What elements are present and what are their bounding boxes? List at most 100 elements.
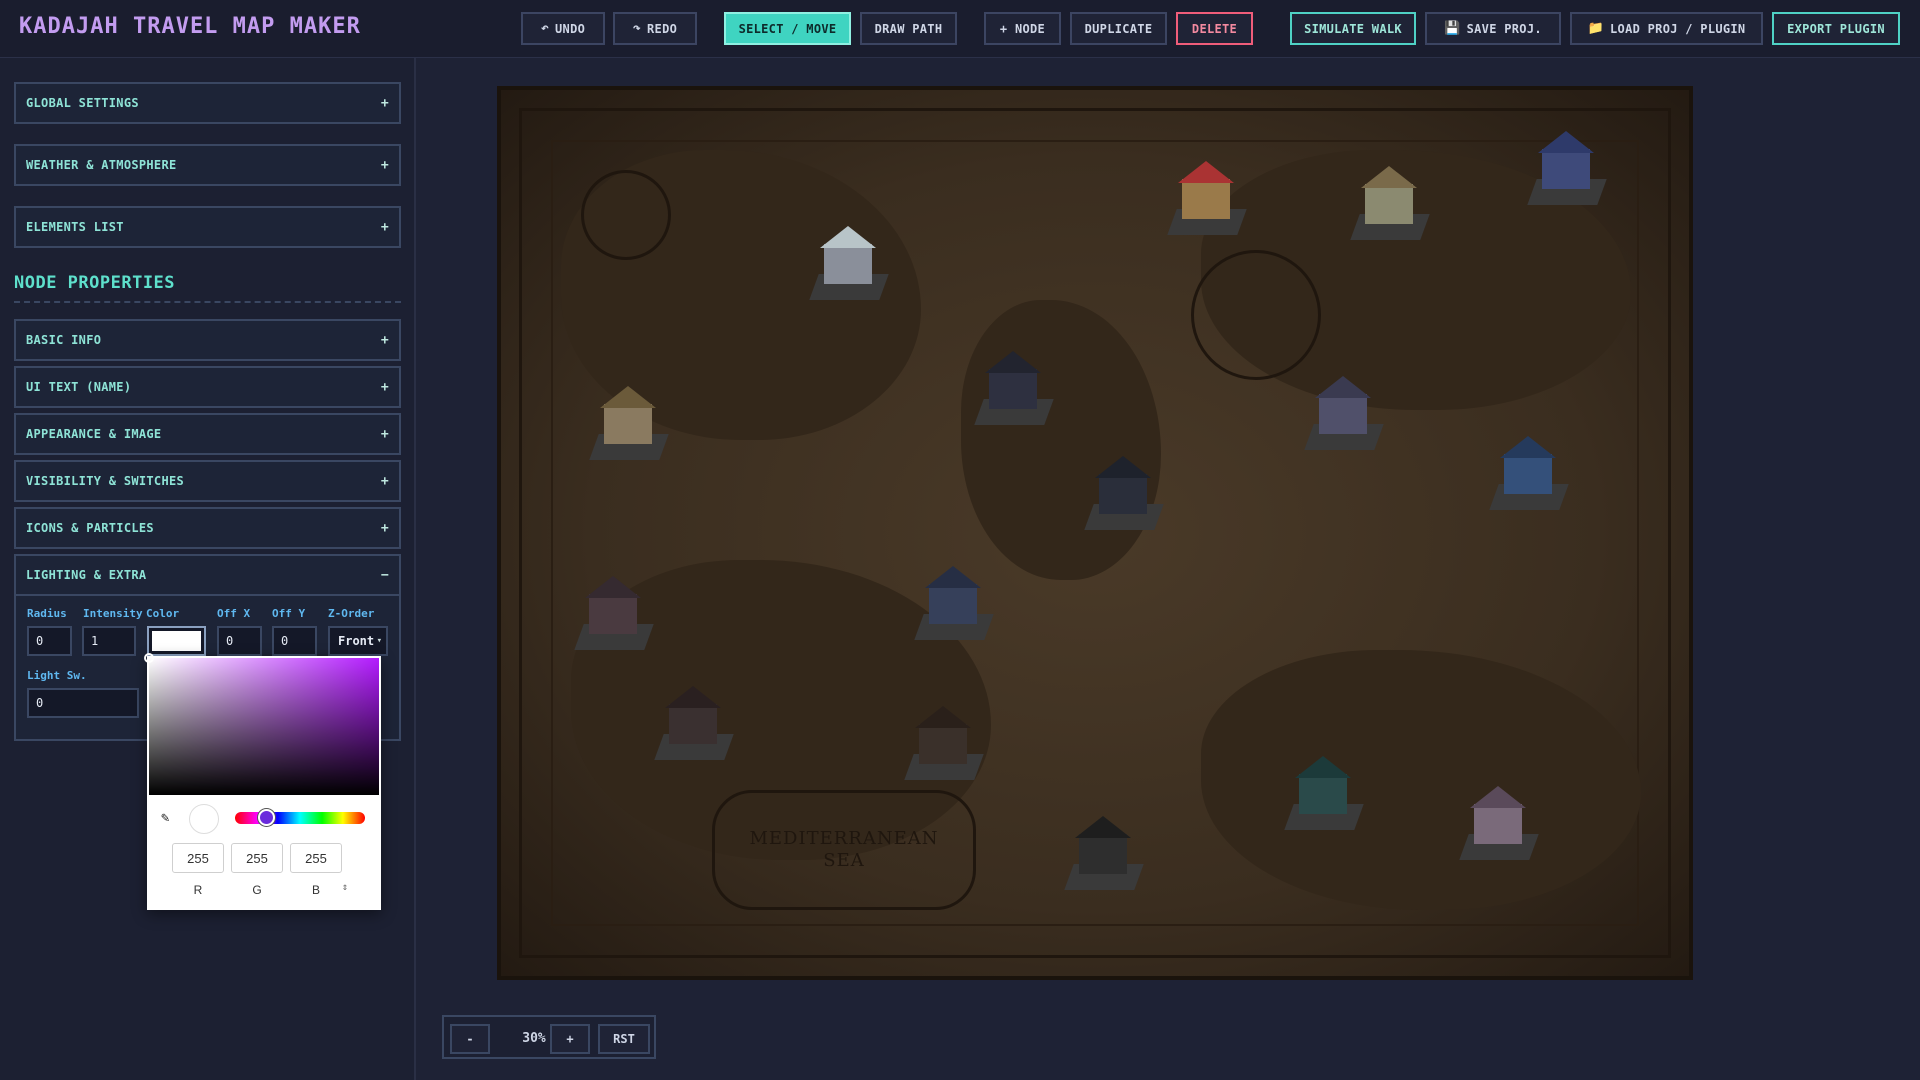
duplicate-button[interactable]: DUPLICATE	[1070, 12, 1167, 45]
load-project-button[interactable]: 📁 LOAD PROJ / PLUGIN	[1570, 12, 1763, 45]
weather-atmosphere-label: WEATHER & ATMOSPHERE	[26, 158, 177, 172]
basic-info-section[interactable]: BASIC INFO +	[14, 319, 401, 361]
select-move-button[interactable]: SELECT / MOVE	[724, 12, 851, 45]
node-properties-title: NODE PROPERTIES	[14, 273, 176, 293]
appearance-image-section[interactable]: APPEARANCE & IMAGE +	[14, 413, 401, 455]
redo-button[interactable]: ↷ REDO	[613, 12, 697, 45]
map-node-blue-palace[interactable]	[1524, 131, 1610, 205]
export-plugin-label: EXPORT PLUGIN	[1787, 21, 1885, 36]
off-y-label: Off Y	[272, 607, 306, 620]
delete-label: DELETE	[1191, 21, 1238, 36]
undo-icon: ↶	[540, 21, 550, 36]
color-label: Color	[146, 607, 180, 620]
map-node-ruins[interactable]	[1081, 456, 1167, 530]
format-toggle-icon[interactable]: ⇕	[342, 882, 348, 893]
zoom-out-button[interactable]: -	[450, 1024, 490, 1054]
saturation-area[interactable]	[144, 653, 379, 795]
duplicate-label: DUPLICATE	[1084, 21, 1153, 36]
map-node-village[interactable]	[1301, 376, 1387, 450]
map-node-cathedral[interactable]	[806, 226, 892, 300]
green-input[interactable]: 255	[231, 843, 283, 873]
off-x-input[interactable]: 0	[217, 626, 262, 656]
light-switch-label: Light Sw.	[27, 669, 87, 682]
map-node-watchtower[interactable]	[651, 686, 737, 760]
color-preview	[189, 804, 219, 834]
save-project-label: SAVE PROJ.	[1466, 21, 1542, 36]
zoom-in-button[interactable]: +	[550, 1024, 590, 1054]
off-x-label: Off X	[217, 607, 251, 620]
map-canvas[interactable]: MEDITERRANEAN SEA	[497, 86, 1693, 980]
export-plugin-button[interactable]: EXPORT PLUGIN	[1772, 12, 1900, 45]
zoom-controls: - 30% + RST	[442, 1015, 656, 1059]
light-switch-input[interactable]: 0	[27, 688, 139, 718]
folder-icon: 📁	[1587, 21, 1605, 36]
intensity-input[interactable]: 1	[82, 626, 136, 656]
radius-label: Radius	[27, 607, 67, 620]
zoom-reset-button[interactable]: RST	[598, 1024, 650, 1054]
saturation-cursor[interactable]	[144, 653, 154, 663]
map-node-dark-town[interactable]	[971, 351, 1057, 425]
compass-rose-icon	[1191, 250, 1321, 380]
weather-atmosphere-section[interactable]: WEATHER & ATMOSPHERE +	[14, 144, 401, 186]
app-title: KADAJAH TRAVEL MAP MAKER	[19, 14, 361, 39]
add-node-button[interactable]: + NODE	[984, 12, 1061, 45]
elements-list-label: ELEMENTS LIST	[26, 220, 124, 234]
map-node-fortress[interactable]	[1347, 166, 1433, 240]
color-picker-popup: ✎ 255 255 255 R G B ⇕	[144, 653, 381, 910]
icons-particles-section[interactable]: ICONS & PARTICLES +	[14, 507, 401, 549]
top-bar: KADAJAH TRAVEL MAP MAKER ↶ UNDO ↷ REDO S…	[0, 0, 1920, 58]
expand-icon: +	[380, 379, 389, 395]
hue-slider-knob[interactable]	[257, 809, 275, 826]
green-label: G	[252, 883, 262, 897]
elements-list-section[interactable]: ELEMENTS LIST +	[14, 206, 401, 248]
expand-icon: +	[380, 426, 389, 442]
icons-particles-label: ICONS & PARTICLES	[26, 521, 154, 535]
hue-slider[interactable]	[235, 809, 365, 826]
blue-label: B	[311, 883, 320, 897]
lighting-extra-section[interactable]: LIGHTING & EXTRA −	[14, 554, 401, 596]
red-input[interactable]: 255	[172, 843, 224, 873]
chevron-down-icon: ▾	[376, 636, 382, 646]
sea-label-line2: SEA	[823, 850, 865, 871]
expand-icon: +	[380, 219, 389, 235]
basic-info-label: BASIC INFO	[26, 333, 102, 347]
map-node-pink-citadel[interactable]	[1456, 786, 1542, 860]
off-y-input[interactable]: 0	[272, 626, 317, 656]
color-swatch[interactable]	[147, 626, 206, 656]
visibility-switches-label: VISIBILITY & SWITCHES	[26, 474, 185, 488]
red-label: R	[193, 883, 203, 897]
draw-path-button[interactable]: DRAW PATH	[860, 12, 957, 45]
map-node-stronghold[interactable]	[1061, 816, 1147, 890]
map-node-tower-town[interactable]	[586, 386, 672, 460]
ui-text-section[interactable]: UI TEXT (NAME) +	[14, 366, 401, 408]
expand-icon: +	[380, 473, 389, 489]
undo-button[interactable]: ↶ UNDO	[521, 12, 605, 45]
map-node-red-castle[interactable]	[1164, 161, 1250, 235]
color-swatch-fill	[152, 631, 201, 651]
map-node-teal-chapel[interactable]	[1281, 756, 1367, 830]
eyedropper-icon[interactable]: ✎	[161, 810, 169, 826]
map-node-manor[interactable]	[571, 576, 657, 650]
draw-path-label: DRAW PATH	[874, 21, 943, 36]
expand-icon: +	[380, 520, 389, 536]
canvas-area[interactable]: MEDITERRANEAN SEA	[418, 58, 1920, 1080]
simulate-walk-button[interactable]: SIMULATE WALK	[1290, 12, 1416, 45]
appearance-image-label: APPEARANCE & IMAGE	[26, 427, 162, 441]
map-node-harbor[interactable]	[911, 566, 997, 640]
lighting-extra-label: LIGHTING & EXTRA	[26, 568, 147, 582]
blue-input[interactable]: 255	[290, 843, 342, 873]
ui-text-label: UI TEXT (NAME)	[26, 380, 132, 394]
delete-button[interactable]: DELETE	[1176, 12, 1253, 45]
z-order-select[interactable]: Front ▾	[328, 626, 388, 656]
add-node-label: + NODE	[999, 21, 1046, 36]
radius-input[interactable]: 0	[27, 626, 72, 656]
map-node-blue-keep[interactable]	[1486, 436, 1572, 510]
save-project-button[interactable]: 💾 SAVE PROJ.	[1425, 12, 1561, 45]
map-node-mill[interactable]	[901, 706, 987, 780]
visibility-switches-section[interactable]: VISIBILITY & SWITCHES +	[14, 460, 401, 502]
z-order-label: Z-Order	[328, 607, 375, 620]
global-settings-section[interactable]: GLOBAL SETTINGS +	[14, 82, 401, 124]
save-icon: 💾	[1444, 21, 1461, 36]
redo-label: REDO	[647, 21, 678, 36]
section-divider	[14, 301, 401, 303]
